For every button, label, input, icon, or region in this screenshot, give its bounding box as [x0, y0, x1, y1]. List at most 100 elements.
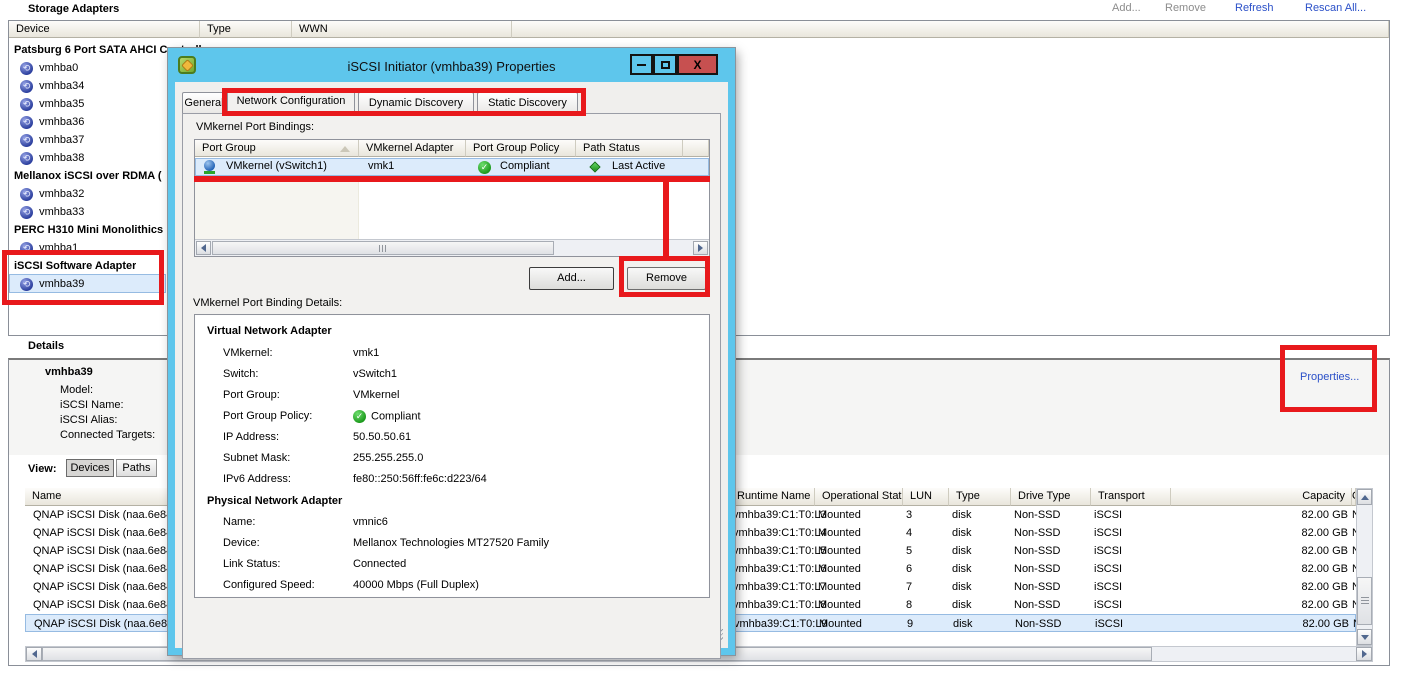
- view-label: View:: [28, 463, 57, 475]
- operational-state: Mounted: [818, 578, 861, 596]
- green-check-icon: [353, 410, 366, 423]
- tree-item-vmhba39[interactable]: ⟲ vmhba39: [20, 275, 84, 293]
- kv-label: IPv6 Address:: [223, 473, 353, 485]
- green-check-icon: [478, 161, 491, 174]
- adapter-group-mellanox: Mellanox iSCSI over RDMA (: [14, 167, 162, 185]
- drive-type: Non-SSD: [1014, 524, 1060, 542]
- adapter-icon: ⟲: [20, 242, 33, 255]
- kv-value: Connected: [353, 558, 406, 570]
- column-header-capacity[interactable]: Capacity: [1171, 488, 1352, 506]
- type: disk: [953, 615, 973, 633]
- tree-item-vmhba0[interactable]: ⟲ vmhba0: [20, 59, 78, 77]
- column-header-operational-state[interactable]: Operational State: [815, 488, 903, 506]
- adapter-group-iscsi-software: iSCSI Software Adapter: [14, 257, 136, 275]
- remove-binding-button[interactable]: Remove: [627, 267, 706, 290]
- column-header-transport[interactable]: Transport: [1091, 488, 1171, 506]
- kv-label: Subnet Mask:: [223, 452, 353, 464]
- runtime-name: vmhba39:C1:T0:L8: [733, 596, 827, 614]
- scroll-up-button[interactable]: [1357, 489, 1372, 505]
- adapter-icon: ⟲: [20, 80, 33, 93]
- tree-item-vmhba32[interactable]: ⟲ vmhba32: [20, 185, 84, 203]
- tree-item-label: vmhba38: [39, 152, 84, 164]
- column-header-device[interactable]: Device: [9, 21, 200, 38]
- bindings-horizontal-scrollbar[interactable]: [195, 239, 709, 256]
- thumb-grip-icon: [1361, 597, 1369, 606]
- port-binding-row[interactable]: VMkernel (vSwitch1) vmk1 Compliant Last …: [195, 158, 709, 176]
- details-adapter-name: vmhba39: [45, 366, 93, 378]
- path-status-cell: Last Active: [612, 160, 665, 172]
- view-devices-button[interactable]: Devices: [66, 459, 114, 477]
- device-name: QNAP iSCSI Disk (naa.6e843: [33, 524, 178, 542]
- column-header-vmkernel-adapter[interactable]: VMkernel Adapter: [359, 140, 466, 157]
- scroll-right-button[interactable]: [1356, 647, 1372, 661]
- scroll-left-button[interactable]: [196, 241, 211, 255]
- column-header-wwn[interactable]: WWN: [292, 21, 512, 38]
- close-window-button[interactable]: X: [677, 54, 718, 75]
- arrow-right-icon: [698, 244, 703, 252]
- properties-link[interactable]: Properties...: [1300, 371, 1359, 383]
- arrow-left-icon: [201, 244, 206, 252]
- adapter-icon: ⟲: [20, 134, 33, 147]
- column-header-lun[interactable]: LUN: [903, 488, 949, 506]
- type: disk: [952, 524, 972, 542]
- tab-dynamic-discovery[interactable]: Dynamic Discovery: [358, 92, 474, 113]
- capacity: 82.00 GB: [1171, 524, 1348, 542]
- add-binding-button[interactable]: Add...: [529, 267, 614, 290]
- vmkernel-port-globe-icon: [204, 160, 215, 174]
- tree-item-label: vmhba36: [39, 116, 84, 128]
- tree-item-vmhba36[interactable]: ⟲ vmhba36: [20, 113, 84, 131]
- tree-item-vmhba37[interactable]: ⟲ vmhba37: [20, 131, 84, 149]
- iscsi-initiator-properties-dialog[interactable]: iSCSI Initiator (vmhba39) Properties X G…: [168, 48, 735, 655]
- tree-item-vmhba1[interactable]: ⟲ vmhba1: [20, 239, 78, 257]
- device-name: QNAP iSCSI Disk (naa.6e843: [33, 578, 178, 596]
- tab-network-configuration[interactable]: Network Configuration: [227, 88, 355, 114]
- tab-general[interactable]: General: [182, 92, 226, 113]
- physical-adapter-heading: Physical Network Adapter: [207, 495, 342, 507]
- view-paths-button[interactable]: Paths: [116, 459, 157, 477]
- port-bindings-table: Port Group VMkernel Adapter Port Group P…: [194, 139, 710, 257]
- column-header-path-status[interactable]: Path Status: [576, 140, 683, 157]
- transport: iSCSI: [1094, 596, 1122, 614]
- tree-item-vmhba35[interactable]: ⟲ vmhba35: [20, 95, 84, 113]
- tree-item-vmhba38[interactable]: ⟲ vmhba38: [20, 149, 84, 167]
- kv-value: VMkernel: [353, 389, 399, 401]
- kv-label: Switch:: [223, 368, 353, 380]
- kv-label: VMkernel:: [223, 347, 353, 359]
- horizontal-scroll-thumb[interactable]: [212, 241, 554, 255]
- column-header-type[interactable]: Type: [949, 488, 1011, 506]
- vertical-scroll-thumb[interactable]: [1357, 577, 1372, 625]
- column-header-port-group-policy[interactable]: Port Group Policy: [466, 140, 576, 157]
- scroll-down-button[interactable]: [1357, 629, 1372, 645]
- tree-item-label: vmhba34: [39, 80, 84, 92]
- rescan-all-link[interactable]: Rescan All...: [1305, 2, 1366, 14]
- column-header-port-group[interactable]: Port Group: [195, 140, 359, 157]
- port-bindings-label: VMkernel Port Bindings:: [196, 121, 314, 133]
- add-adapter-link[interactable]: Add...: [1112, 2, 1141, 14]
- refresh-link[interactable]: Refresh: [1235, 2, 1274, 14]
- scroll-right-button[interactable]: [693, 241, 708, 255]
- lun: 6: [906, 560, 912, 578]
- kv-label: IP Address:: [223, 431, 353, 443]
- vmkernel-adapter-cell: vmk1: [368, 160, 394, 172]
- device-name: QNAP iSCSI Disk (naa.6e843: [33, 596, 178, 614]
- tab-static-discovery[interactable]: Static Discovery: [477, 92, 578, 113]
- close-icon: X: [693, 58, 701, 72]
- runtime-name: vmhba39:C1:T0:L4: [733, 524, 827, 542]
- remove-adapter-link[interactable]: Remove: [1165, 2, 1206, 14]
- tree-item-vmhba33[interactable]: ⟲ vmhba33: [20, 203, 84, 221]
- column-header-type[interactable]: Type: [200, 21, 292, 38]
- maximize-button[interactable]: [653, 54, 677, 75]
- dialog-titlebar[interactable]: iSCSI Initiator (vmhba39) Properties X: [175, 54, 728, 82]
- tree-item-label: vmhba39: [39, 278, 84, 290]
- tree-item-vmhba34[interactable]: ⟲ vmhba34: [20, 77, 84, 95]
- tree-item-label: vmhba1: [39, 242, 78, 254]
- column-header-runtime-name[interactable]: Runtime Name: [730, 488, 815, 506]
- capacity: 82.00 GB: [1171, 506, 1348, 524]
- scroll-left-button[interactable]: [26, 647, 42, 661]
- details-heading: Details: [28, 340, 64, 352]
- vertical-scrollbar[interactable]: [1356, 488, 1373, 646]
- type: disk: [952, 506, 972, 524]
- column-header-drive-type[interactable]: Drive Type: [1011, 488, 1091, 506]
- lun: 4: [906, 524, 912, 542]
- minimize-button[interactable]: [630, 54, 653, 75]
